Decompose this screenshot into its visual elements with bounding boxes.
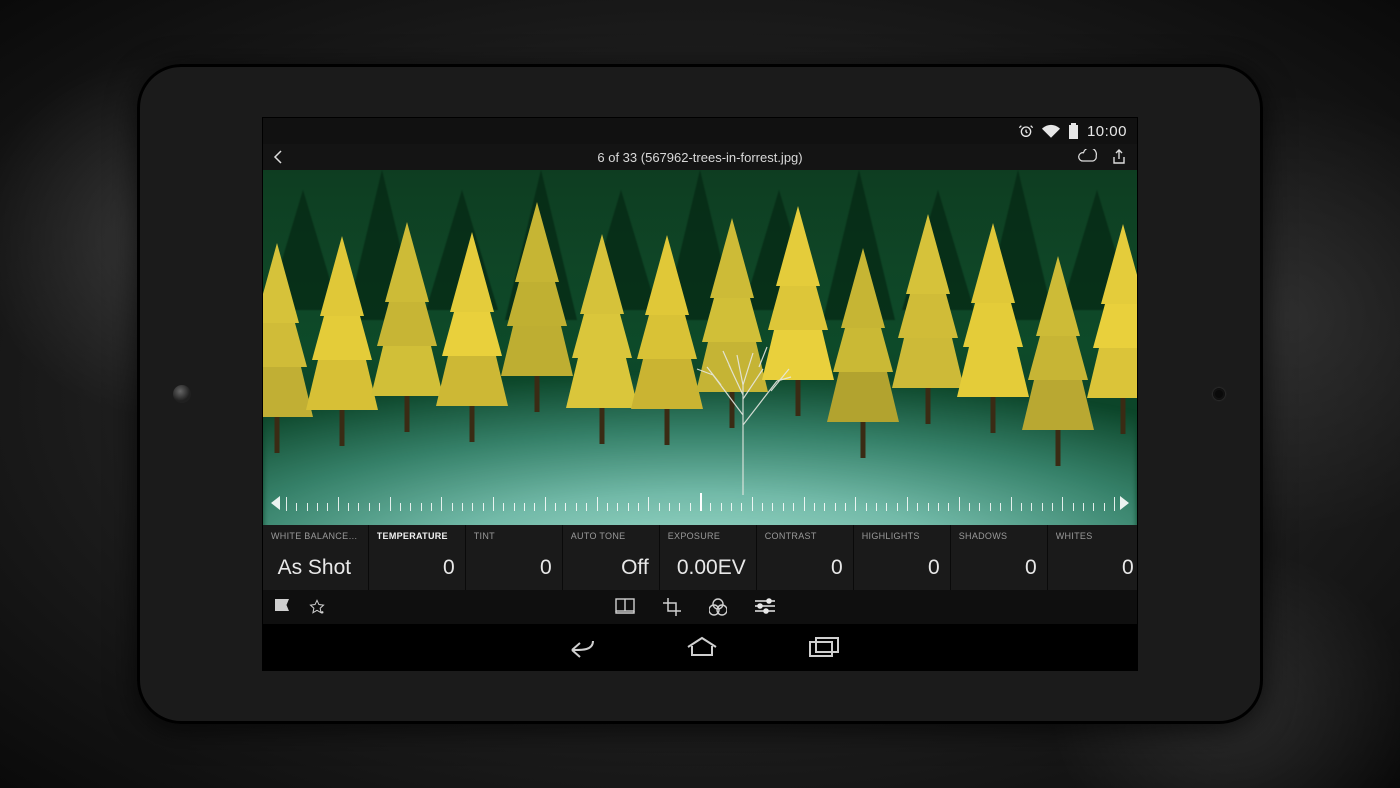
camera-front <box>173 385 191 403</box>
app-header: 6 of 33 (567962-trees-in-forrest.jpg) <box>263 144 1137 170</box>
compare-icon[interactable] <box>615 598 635 614</box>
param-exposure[interactable]: EXPOSURE0.00EV <box>659 525 756 590</box>
param-whites[interactable]: WHITES0 <box>1047 525 1137 590</box>
sensor-dot <box>1213 388 1225 400</box>
tablet-frame: 10:00 6 of 33 (567962-trees-in-forrest.j… <box>137 64 1263 724</box>
wifi-icon <box>1042 124 1060 138</box>
param-shadows[interactable]: SHADOWS0 <box>950 525 1047 590</box>
cloud-icon[interactable] <box>1077 149 1097 163</box>
slider-left-arrow[interactable] <box>271 496 280 510</box>
status-bar: 10:00 <box>263 118 1137 144</box>
adjust-icon[interactable] <box>755 598 775 614</box>
star-icon[interactable] <box>309 599 325 615</box>
nav-recent-icon[interactable] <box>809 637 839 657</box>
alarm-icon <box>1018 123 1034 139</box>
param-tint[interactable]: TINT0 <box>465 525 562 590</box>
param-contrast[interactable]: CONTRAST0 <box>756 525 853 590</box>
android-navbar <box>263 624 1137 670</box>
flag-icon[interactable] <box>275 599 289 611</box>
param-auto-tone[interactable]: AUTO TONEOff <box>562 525 659 590</box>
slider-right-arrow[interactable] <box>1120 496 1129 510</box>
image-title: 6 of 33 (567962-trees-in-forrest.jpg) <box>263 150 1137 165</box>
param-strip[interactable]: WHITE BALANCE…As ShotTEMPERATURE0TINT0AU… <box>263 525 1137 590</box>
battery-icon <box>1068 123 1079 139</box>
nav-home-icon[interactable] <box>685 636 719 658</box>
param-temperature[interactable]: TEMPERATURE0 <box>368 525 465 590</box>
share-icon[interactable] <box>1111 149 1127 165</box>
tool-row <box>263 590 1137 624</box>
param-highlights[interactable]: HIGHLIGHTS0 <box>853 525 950 590</box>
nav-back-icon[interactable] <box>561 636 595 658</box>
screen: 10:00 6 of 33 (567962-trees-in-forrest.j… <box>263 118 1137 670</box>
bare-tree <box>683 295 803 495</box>
param-white-balance[interactable]: WHITE BALANCE…As Shot <box>263 525 368 590</box>
status-clock: 10:00 <box>1087 123 1127 140</box>
value-slider[interactable] <box>271 491 1129 515</box>
photo-canvas[interactable] <box>263 170 1137 525</box>
back-button[interactable] <box>263 150 293 164</box>
presets-icon[interactable] <box>709 598 727 616</box>
crop-icon[interactable] <box>663 598 681 616</box>
